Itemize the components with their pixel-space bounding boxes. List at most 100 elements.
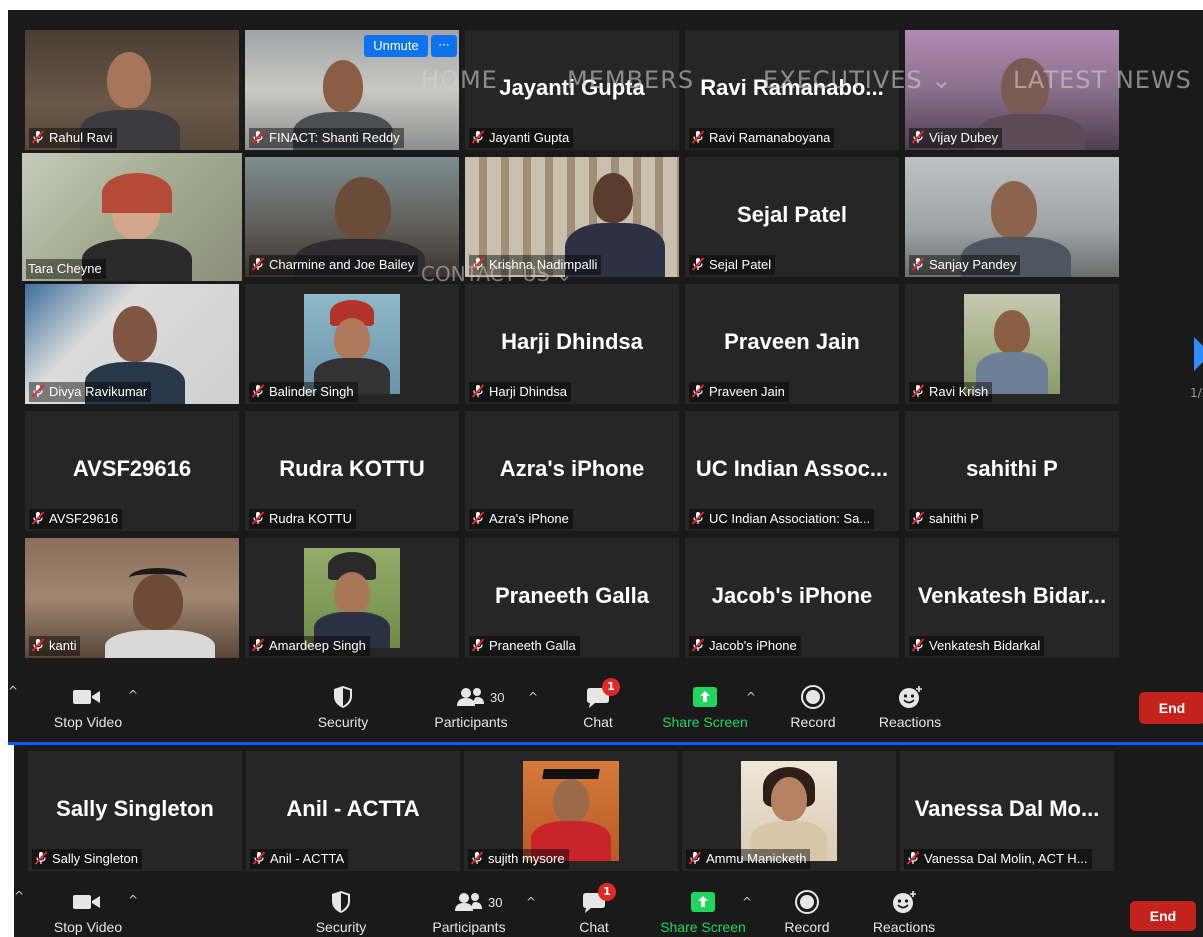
mic-muted-icon — [34, 851, 48, 865]
participant-name-label: Charmine and Joe Bailey — [249, 255, 419, 275]
participant-name-label: Amardeep Singh — [249, 636, 370, 656]
mic-muted-icon — [471, 511, 485, 525]
participant-name-label: kanti — [29, 636, 81, 656]
toolbar-left-caret-icon[interactable]: ^ — [8, 684, 18, 698]
video-tile[interactable]: Azra's iPhone Azra's iPhone — [465, 411, 679, 531]
mic-muted-icon — [471, 384, 485, 398]
participants-icon — [455, 893, 482, 911]
participant-display-name: Harji Dhindsa — [501, 328, 643, 354]
participant-name-label: Rahul Ravi — [29, 128, 117, 148]
participant-name-label: Ammu Manicketh — [686, 849, 811, 869]
participants-count: 30 — [490, 690, 505, 705]
participant-name-label: Anil - ACTTA — [250, 849, 349, 869]
share-screen-button[interactable]: Share Screen — [656, 889, 750, 935]
video-tile[interactable]: Sanjay Pandey — [905, 157, 1119, 277]
video-tile[interactable]: AVSF29616 AVSF29616 — [25, 411, 239, 531]
participant-display-name: Jacob's iPhone — [711, 582, 873, 608]
participant-name-label: AVSF29616 — [29, 509, 123, 529]
meeting-toolbar: ^ Stop Video ^ Security Participants 30 … — [14, 877, 1203, 937]
video-tile[interactable]: Anil - ACTTA Anil - ACTTA — [246, 751, 460, 871]
participant-display-name: Venkatesh Bidar... — [917, 582, 1107, 608]
record-button[interactable]: Record — [780, 684, 846, 730]
video-options-caret-icon[interactable]: ^ — [128, 893, 138, 907]
mic-muted-icon — [31, 384, 45, 398]
mic-muted-icon — [251, 384, 265, 398]
mic-muted-icon — [251, 257, 265, 271]
end-meeting-button[interactable]: End — [1130, 901, 1196, 931]
participant-name-label: Sanjay Pandey — [909, 255, 1021, 275]
security-button[interactable]: Security — [308, 684, 378, 730]
video-tile[interactable]: sujith mysore — [464, 751, 678, 871]
meeting-window-secondary: Sally Singleton Sally Singleton Anil - A… — [14, 745, 1203, 937]
mic-muted-icon — [252, 851, 266, 865]
participant-photo — [964, 294, 1060, 394]
next-page-arrow-icon[interactable] — [1194, 337, 1203, 371]
participant-name-label: Jayanti Gupta — [469, 128, 574, 148]
participant-name-label: Praneeth Galla — [469, 636, 580, 656]
overlay-nav-executives: EXECUTIVES ⌄ — [763, 66, 953, 94]
video-tile[interactable]: Praneeth Galla Praneeth Galla — [465, 538, 679, 658]
mic-muted-icon — [911, 130, 925, 144]
mic-muted-icon — [251, 511, 265, 525]
mic-muted-icon — [691, 511, 705, 525]
video-tile[interactable]: Vanessa Dal Mo... Vanessa Dal Molin, ACT… — [900, 751, 1114, 871]
video-tile-active-speaker[interactable]: Tara Cheyne — [22, 153, 242, 281]
end-meeting-button[interactable]: End — [1139, 692, 1203, 724]
video-camera-icon — [73, 895, 100, 909]
video-tile[interactable]: sahithi P sahithi P — [905, 411, 1119, 531]
mic-muted-icon — [251, 638, 265, 652]
video-tile[interactable]: Amardeep Singh — [245, 538, 459, 658]
overlay-nav-home: HOME — [421, 66, 498, 94]
participant-name-label: FINACT: Shanti Reddy — [249, 128, 404, 148]
video-tile[interactable]: Divya Ravikumar — [25, 284, 239, 404]
video-tile[interactable]: Praveen Jain Praveen Jain — [685, 284, 899, 404]
overlay-nav-members: MEMBERS — [567, 66, 695, 94]
overlay-nav-contact: CONTACT US ⌄ — [421, 262, 573, 286]
participant-name-label: Rudra KOTTU — [249, 509, 357, 529]
mic-muted-icon — [691, 130, 705, 144]
video-tile[interactable]: Harji Dhindsa Harji Dhindsa — [465, 284, 679, 404]
unmute-button[interactable]: Unmute — [364, 35, 428, 57]
security-button[interactable]: Security — [306, 889, 376, 935]
participant-name-label: Praveen Jain — [689, 382, 789, 402]
video-tile[interactable]: Charmine and Joe Bailey — [245, 157, 459, 277]
participant-display-name: Azra's iPhone — [499, 455, 645, 481]
participant-name-label: sujith mysore — [468, 849, 569, 869]
reactions-button[interactable]: Reactions — [866, 889, 942, 935]
video-tile[interactable]: Rahul Ravi — [25, 30, 239, 150]
toolbar-left-caret-icon[interactable]: ^ — [14, 889, 24, 903]
video-camera-icon — [73, 690, 100, 704]
video-tile[interactable]: Ravi Krish — [905, 284, 1119, 404]
share-options-caret-icon[interactable]: ^ — [742, 895, 752, 909]
reactions-button[interactable]: Reactions — [872, 684, 948, 730]
video-tile[interactable]: Sejal Patel Sejal Patel — [685, 157, 899, 277]
video-tile[interactable]: Krishna Nadimpalli — [465, 157, 679, 277]
participants-options-caret-icon[interactable]: ^ — [526, 895, 536, 909]
more-options-icon[interactable]: ··· — [431, 35, 457, 57]
participants-icon — [457, 688, 484, 706]
participant-display-name: AVSF29616 — [72, 455, 192, 481]
video-options-caret-icon[interactable]: ^ — [128, 688, 138, 702]
stop-video-button[interactable]: Stop Video — [46, 889, 130, 935]
video-tile[interactable]: UC Indian Assoc... UC Indian Association… — [685, 411, 899, 531]
video-tile[interactable]: Venkatesh Bidar... Venkatesh Bidarkal — [905, 538, 1119, 658]
participant-name-label: Vijay Dubey — [909, 128, 1003, 148]
stop-video-button[interactable]: Stop Video — [46, 684, 130, 730]
participant-name-label: Divya Ravikumar — [29, 382, 152, 402]
video-tile[interactable]: Balinder Singh — [245, 284, 459, 404]
participant-name-label: Tara Cheyne — [26, 259, 106, 279]
participant-display-name: sahithi P — [966, 455, 1058, 481]
mic-muted-icon — [31, 638, 45, 652]
video-tile[interactable]: Ammu Manicketh — [682, 751, 896, 871]
share-screen-button[interactable]: Share Screen — [658, 684, 752, 730]
participants-options-caret-icon[interactable]: ^ — [528, 690, 538, 704]
share-options-caret-icon[interactable]: ^ — [746, 690, 756, 704]
meeting-window-main: Rahul Ravi FINACT: Shanti Reddy Jayanti … — [8, 10, 1203, 743]
video-tile[interactable]: Rudra KOTTU Rudra KOTTU — [245, 411, 459, 531]
video-tile[interactable]: Sally Singleton Sally Singleton — [28, 751, 242, 871]
video-tile[interactable]: Jacob's iPhone Jacob's iPhone — [685, 538, 899, 658]
participant-display-name: Sally Singleton — [56, 795, 214, 821]
video-tile[interactable]: kanti — [25, 538, 239, 658]
participant-display-name: Praveen Jain — [724, 328, 860, 354]
record-button[interactable]: Record — [774, 889, 840, 935]
